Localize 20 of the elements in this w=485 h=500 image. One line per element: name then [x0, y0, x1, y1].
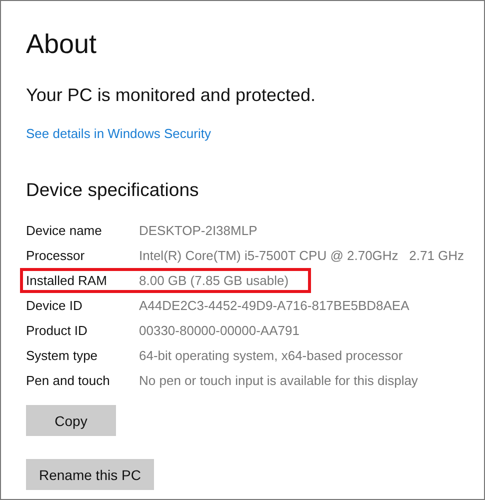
spec-label: Device name [26, 223, 103, 238]
spec-label: Pen and touch [26, 373, 111, 388]
page-title: About [26, 28, 98, 61]
spec-label: Processor [26, 248, 86, 263]
spec-value: 64-bit operating system, x64-based processor [139, 348, 403, 363]
spec-value: No pen or touch input is available for this display [139, 373, 418, 388]
copy-button[interactable]: Copy [26, 405, 116, 436]
rename-button[interactable]: Rename this PC [26, 459, 154, 490]
spec-value: DESKTOP-2I38MLP [139, 223, 258, 238]
section-heading: Device specifications [26, 178, 200, 202]
spec-value: A44DE2C3-4452-49D9-A716-817BE5BD8AEA [139, 298, 410, 313]
spec-label: Product ID [26, 323, 88, 338]
spec-value: 00330-80000-00000-AA791 [139, 323, 300, 338]
spec-value: Intel(R) Core(TM) i5-7500T CPU @ 2.70GHz 2.71 GHz [139, 248, 464, 263]
spec-value: 8.00 GB (7.85 GB usable) [139, 273, 289, 288]
security-link[interactable]: See details in Windows Security [26, 126, 211, 141]
spec-label: Installed RAM [26, 273, 108, 288]
spec-label: Device ID [26, 298, 84, 313]
protection-status: Your PC is monitored and protected. [26, 84, 317, 107]
spec-label: System type [26, 348, 99, 363]
